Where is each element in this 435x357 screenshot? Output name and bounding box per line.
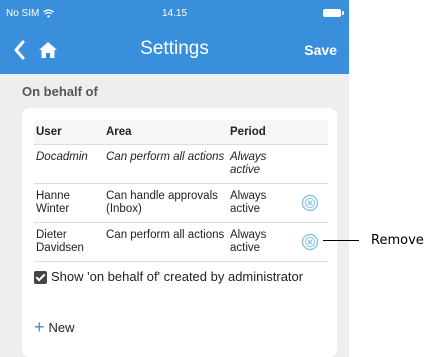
table-row: Docadmin Can perform all actions Always …	[34, 144, 328, 184]
callout-line	[323, 240, 359, 241]
cell-area: Can perform all actions	[104, 222, 228, 262]
page-title: Settings	[140, 38, 209, 59]
cell-user: Docadmin	[34, 144, 104, 184]
plus-icon: +	[34, 317, 45, 337]
cell-action	[292, 144, 328, 184]
header-user: User	[34, 120, 104, 145]
new-button-label: New	[48, 320, 75, 335]
cell-action	[292, 222, 328, 262]
nav-bar: Settings Save	[0, 28, 349, 74]
section-title: On behalf of	[22, 84, 98, 99]
phone-screen: No SIM 14.15 Settings Save On behalf of …	[0, 0, 349, 357]
admin-created-checkbox[interactable]	[34, 271, 47, 284]
remove-circle-icon[interactable]	[301, 233, 319, 251]
on-behalf-table: User Area Period Docadmin Can perform al…	[34, 120, 328, 262]
remove-circle-icon[interactable]	[301, 194, 319, 212]
status-time: 14.15	[161, 8, 188, 19]
cell-period: Always active	[228, 222, 292, 262]
cell-area: Can perform all actions	[104, 144, 228, 184]
table-row: Dieter Davidsen Can perform all actions …	[34, 222, 328, 262]
cell-user: Dieter Davidsen	[34, 222, 104, 262]
table-row: Hanne Winter Can handle approvals (Inbox…	[34, 183, 328, 223]
header-action	[292, 120, 328, 145]
cell-action	[292, 183, 328, 223]
on-behalf-card: User Area Period Docadmin Can perform al…	[22, 108, 337, 357]
save-button[interactable]: Save	[304, 42, 337, 58]
battery-icon	[323, 9, 344, 17]
status-bar: No SIM 14.15	[0, 0, 349, 28]
cell-area: Can handle approvals (Inbox)	[104, 183, 228, 223]
new-button[interactable]: + New	[34, 317, 75, 337]
admin-created-label: Show 'on behalf of' created by administr…	[51, 269, 304, 284]
cell-period: Always active	[228, 144, 292, 184]
cell-user: Hanne Winter	[34, 183, 104, 223]
header-area: Area	[104, 120, 228, 145]
header-period: Period	[228, 120, 292, 145]
callout-label: Remove	[371, 233, 424, 248]
show-admin-created-row[interactable]: Show 'on behalf of' created by administr…	[34, 268, 324, 285]
table-header-row: User Area Period	[34, 120, 328, 145]
cell-period: Always active	[228, 183, 292, 223]
